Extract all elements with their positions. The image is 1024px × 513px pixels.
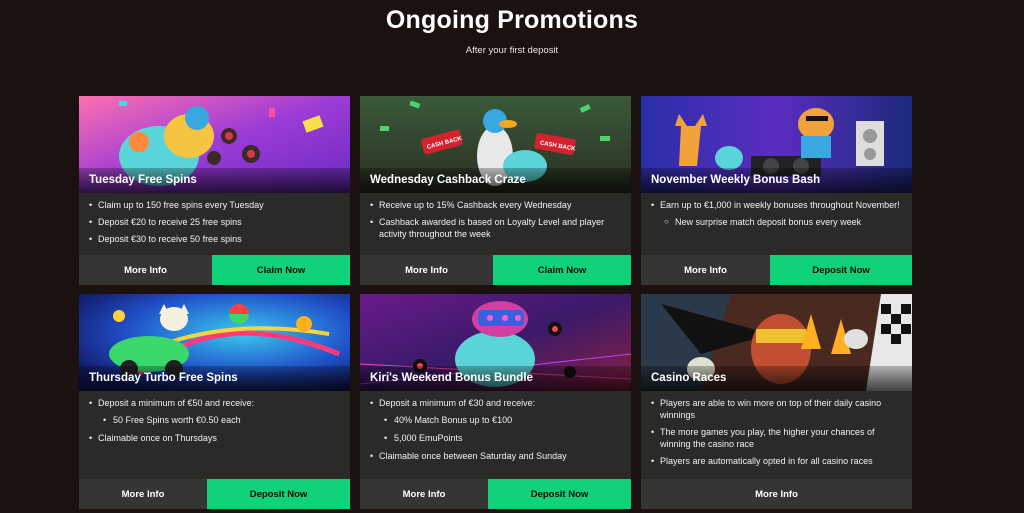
promo-title: Thursday Turbo Free Spins: [79, 366, 350, 391]
promo-actions: More Info Deposit Now: [360, 479, 631, 509]
promotions-grid: Tuesday Free Spins Claim up to 150 free …: [79, 96, 912, 509]
promo-card-tuesday-free-spins: Tuesday Free Spins Claim up to 150 free …: [79, 96, 350, 285]
promo-banner-image: November Weekly Bonus Bash: [641, 96, 912, 193]
promo-details: Earn up to €1,000 in weekly bonuses thro…: [641, 193, 912, 234]
more-info-button[interactable]: More Info: [360, 479, 488, 509]
promo-details: Claim up to 150 free spins every Tuesday…: [79, 193, 350, 250]
promo-title: Tuesday Free Spins: [79, 168, 350, 193]
promo-banner-image: Tuesday Free Spins: [79, 96, 350, 193]
promo-bullet: Earn up to €1,000 in weekly bonuses thro…: [651, 199, 902, 211]
claim-now-button[interactable]: Claim Now: [493, 255, 631, 285]
page-header: Ongoing Promotions After your first depo…: [0, 6, 1024, 56]
promo-bullet: Cashback awarded is based on Loyalty Lev…: [370, 216, 621, 240]
promo-actions: More Info Claim Now: [360, 255, 631, 285]
promo-bullet: Deposit a minimum of €50 and receive:: [89, 397, 340, 409]
promo-bullet: Players are automatically opted in for a…: [651, 455, 902, 467]
promo-bullet: Claimable once between Saturday and Sund…: [370, 450, 621, 462]
promo-bullet: Deposit €30 to receive 50 free spins: [89, 233, 340, 245]
promo-bullet: Receive up to 15% Cashback every Wednesd…: [370, 199, 621, 211]
page-subtitle: After your first deposit: [465, 45, 559, 56]
promo-bullet: Deposit €20 to receive 25 free spins: [89, 216, 340, 228]
page-title: Ongoing Promotions: [385, 6, 639, 34]
promo-card-thursday-turbo: Thursday Turbo Free Spins Deposit a mini…: [79, 294, 350, 509]
promo-bullet: Claimable once on Thursdays: [89, 432, 340, 444]
promo-details: Deposit a minimum of €30 and receive: 40…: [360, 391, 631, 467]
promo-bullet: Deposit a minimum of €30 and receive:: [370, 397, 621, 409]
deposit-now-button[interactable]: Deposit Now: [207, 479, 350, 509]
promo-actions: More Info Deposit Now: [79, 479, 350, 509]
claim-now-button[interactable]: Claim Now: [212, 255, 350, 285]
promo-title: November Weekly Bonus Bash: [641, 168, 912, 193]
promo-title: Casino Races: [641, 366, 912, 391]
promo-actions: More Info Deposit Now: [641, 255, 912, 285]
promo-sub-bullet: New surprise match deposit bonus every w…: [651, 216, 902, 228]
promo-bullet: Players are able to win more on top of t…: [651, 397, 902, 421]
more-info-button[interactable]: More Info: [79, 255, 212, 285]
promo-details: Deposit a minimum of €50 and receive: 50…: [79, 391, 350, 449]
promo-card-wednesday-cashback: CASH BACK CASH BACK Wednesday Cashback C…: [360, 96, 631, 285]
more-info-button[interactable]: More Info: [641, 479, 912, 509]
promo-card-november-bonus-bash: November Weekly Bonus Bash Earn up to €1…: [641, 96, 912, 285]
promo-title: Kiri's Weekend Bonus Bundle: [360, 366, 631, 391]
promo-details: Receive up to 15% Cashback every Wednesd…: [360, 193, 631, 245]
promo-sub-bullet: 50 Free Spins worth €0.50 each: [89, 414, 340, 426]
promo-banner-image: Thursday Turbo Free Spins: [79, 294, 350, 391]
more-info-button[interactable]: More Info: [641, 255, 770, 285]
promo-banner-image: Kiri's Weekend Bonus Bundle: [360, 294, 631, 391]
deposit-now-button[interactable]: Deposit Now: [488, 479, 631, 509]
promo-details: Players are able to win more on top of t…: [641, 391, 912, 472]
promo-title: Wednesday Cashback Craze: [360, 168, 631, 193]
deposit-now-button[interactable]: Deposit Now: [770, 255, 912, 285]
promo-banner-image: CASH BACK CASH BACK Wednesday Cashback C…: [360, 96, 631, 193]
promo-bullet: Claim up to 150 free spins every Tuesday: [89, 199, 340, 211]
more-info-button[interactable]: More Info: [360, 255, 493, 285]
promo-banner-image: Casino Races: [641, 294, 912, 391]
promo-sub-bullet: 5,000 EmuPoints: [370, 432, 621, 444]
more-info-button[interactable]: More Info: [79, 479, 207, 509]
promo-bullet: The more games you play, the higher your…: [651, 426, 902, 450]
promo-actions: More Info Claim Now: [79, 255, 350, 285]
promo-card-casino-races: Casino Races Players are able to win mor…: [641, 294, 912, 509]
promo-card-kiris-weekend-bundle: Kiri's Weekend Bonus Bundle Deposit a mi…: [360, 294, 631, 509]
promo-actions: More Info: [641, 479, 912, 509]
promo-sub-bullet: 40% Match Bonus up to €100: [370, 414, 621, 426]
